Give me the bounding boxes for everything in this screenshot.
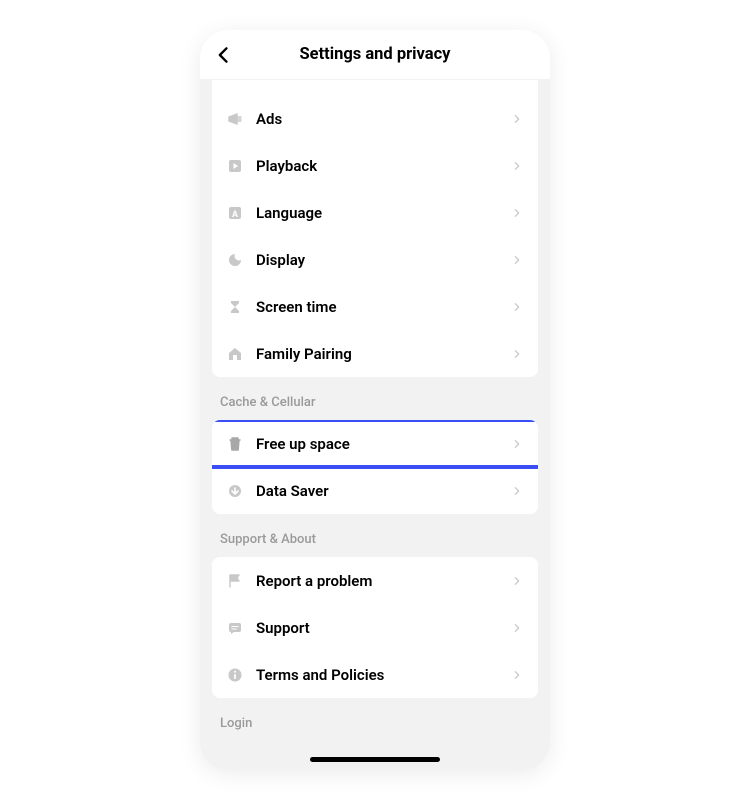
chevron-right-icon [510,300,524,314]
row-support[interactable]: Support [212,604,538,651]
megaphone-icon [226,110,244,128]
chevron-right-icon [510,253,524,267]
chevron-right-icon [510,484,524,498]
list-group-content-display: Content preferences Ads [212,80,538,377]
chevron-right-icon [510,159,524,173]
row-label: Terms and Policies [256,666,510,684]
chevron-right-icon [510,112,524,126]
row-display[interactable]: Display [212,236,538,283]
play-icon [226,157,244,175]
flag-icon [226,572,244,590]
row-label: Display [256,251,510,269]
chevron-right-icon [510,621,524,635]
hourglass-icon [226,298,244,316]
back-button[interactable] [212,43,236,67]
row-terms-policies[interactable]: Terms and Policies [212,651,538,698]
language-icon: A [226,204,244,222]
row-label: Playback [256,157,510,175]
svg-text:A: A [232,210,239,220]
chat-icon [226,619,244,637]
section-header-login: Login [200,698,550,741]
data-saver-icon [226,482,244,500]
scroll-area[interactable]: Content preferences Ads [200,80,550,770]
row-label: Ads [256,110,510,128]
trash-icon [226,435,244,453]
row-report-problem[interactable]: Report a problem [212,557,538,604]
sliders-icon [226,80,244,81]
chevron-right-icon [510,437,524,451]
row-content-preferences[interactable]: Content preferences [212,80,538,95]
chevron-right-icon [510,668,524,682]
page-title: Settings and privacy [200,45,550,64]
row-screen-time[interactable]: Screen time [212,283,538,330]
section-header-cache: Cache & Cellular [200,377,550,420]
info-icon [226,666,244,684]
row-ads[interactable]: Ads [212,95,538,142]
row-label: Screen time [256,298,510,316]
row-label: Free up space [256,435,510,453]
list-group-cache: Free up space Data Saver [212,420,538,514]
header: Settings and privacy [200,30,550,80]
chevron-right-icon [510,574,524,588]
row-label: Data Saver [256,482,510,500]
section-header-support: Support & About [200,514,550,557]
row-family-pairing[interactable]: Family Pairing [212,330,538,377]
row-label: Content preferences [256,80,510,81]
row-free-up-space[interactable]: Free up space [212,420,538,467]
chevron-right-icon [510,206,524,220]
row-label: Language [256,204,510,222]
list-group-support: Report a problem Support [212,557,538,698]
chevron-right-icon [510,347,524,361]
row-label: Support [256,619,510,637]
row-data-saver[interactable]: Data Saver [212,467,538,514]
row-label: Report a problem [256,572,510,590]
row-label: Family Pairing [256,345,510,363]
row-language[interactable]: A Language [212,189,538,236]
moon-icon [226,251,244,269]
row-playback[interactable]: Playback [212,142,538,189]
phone-frame: Settings and privacy Content preferences [200,30,550,770]
home-indicator [310,757,440,762]
chevron-left-icon [214,45,234,65]
home-icon [226,345,244,363]
